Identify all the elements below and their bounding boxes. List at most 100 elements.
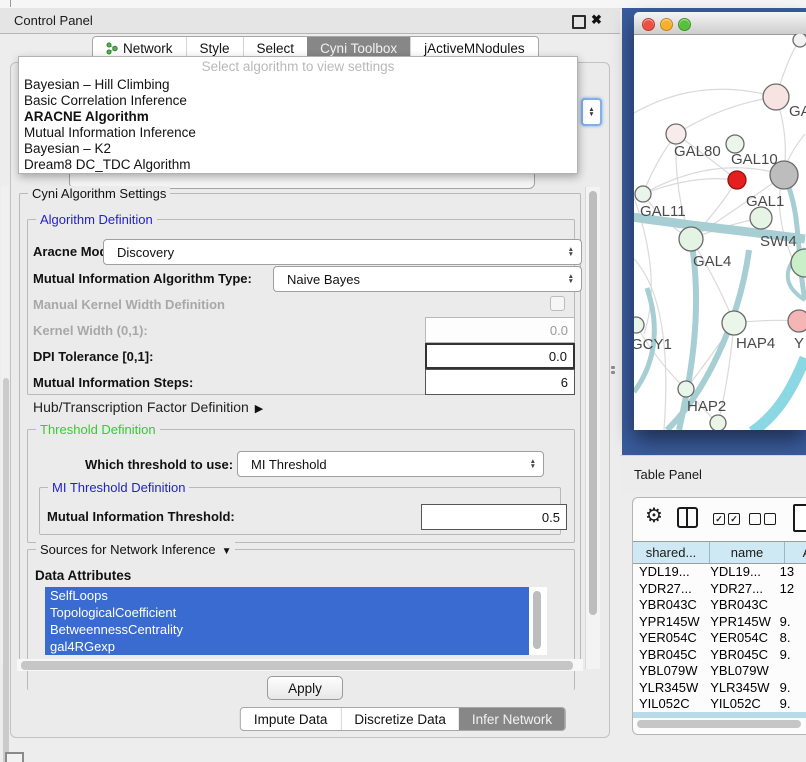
close-icon[interactable]: ✖ <box>591 12 602 28</box>
tab-label: Impute Data <box>254 712 328 727</box>
mi-steps-label: Mutual Information Steps: <box>33 375 193 390</box>
manual-kernel-checkbox[interactable] <box>550 296 565 311</box>
mi-steps-value: 6 <box>561 375 568 390</box>
minimize-traffic-light-icon[interactable] <box>660 18 673 31</box>
tab-impute-data[interactable]: Impute Data <box>241 708 341 730</box>
tab-infer-network[interactable]: Infer Network <box>459 708 565 730</box>
network-node-hap4[interactable] <box>722 311 746 335</box>
table-row[interactable]: YDR27...YDR27...12 <box>633 581 806 598</box>
algorithm-option[interactable]: ARACNE Algorithm <box>19 109 577 125</box>
algorithm-option[interactable]: Bayesian – K2 <box>19 141 577 157</box>
close-traffic-light-icon[interactable] <box>642 18 655 31</box>
table-row[interactable]: YDL19...YDL19...13 <box>633 564 806 581</box>
network-node-y[interactable] <box>788 310 806 332</box>
attr-list-scrollbar-thumb[interactable] <box>533 591 541 649</box>
aracne-mode-select[interactable]: Discovery ▲▼ <box>103 239 582 265</box>
network-node-label: HAP2 <box>687 398 726 415</box>
document-icon[interactable] <box>793 504 806 532</box>
table-row[interactable]: YBR043CYBR043C <box>633 597 806 614</box>
split-columns-icon[interactable] <box>677 507 698 528</box>
algorithm-dropdown-prompt: Select algorithm to view settings <box>19 57 577 77</box>
zoom-traffic-light-icon[interactable] <box>678 18 691 31</box>
table-row[interactable]: YLR345WYLR345W9. <box>633 680 806 697</box>
network-node-swi4[interactable] <box>791 249 806 277</box>
network-node-label: GAL10 <box>731 151 778 168</box>
column-header[interactable]: name <box>710 542 785 563</box>
table-cell <box>774 597 806 614</box>
network-node-label: GAL <box>789 103 806 120</box>
algorithm-option[interactable]: Dream8 DC_TDC Algorithm <box>19 157 577 173</box>
algorithm-option[interactable]: Mutual Information Inference <box>19 125 577 141</box>
attribute-item[interactable]: SelfLoops <box>45 587 529 604</box>
select-columns-icon[interactable]: ✓✓ <box>713 513 740 525</box>
network-node-gal[interactable] <box>763 84 789 110</box>
table-row[interactable]: YPR145WYPR145W9. <box>633 614 806 631</box>
table-cell: 9. <box>774 696 806 713</box>
network-window-titlebar[interactable] <box>634 12 806 35</box>
tab-label: Network <box>123 41 173 56</box>
manual-kernel-label: Manual Kernel Width Definition <box>33 297 225 312</box>
table-row[interactable]: YER054CYER054C8. <box>633 630 806 647</box>
hub-definition-toggle[interactable]: Hub/Transcription Factor Definition▶ <box>33 399 263 415</box>
algorithm-definition-title: Algorithm Definition <box>36 212 157 227</box>
which-threshold-select[interactable]: MI Threshold ▲▼ <box>237 451 544 477</box>
network-node-gal80[interactable] <box>666 124 686 144</box>
hub-definition-label: Hub/Transcription Factor Definition <box>33 399 249 415</box>
column-header[interactable]: A <box>785 542 806 563</box>
table-cell: YER054C <box>704 630 773 647</box>
network-node-label: HAP4 <box>736 335 775 352</box>
settings-vscrollbar-thumb[interactable] <box>589 191 597 615</box>
network-node-gal11[interactable] <box>635 186 651 202</box>
mi-threshold-field[interactable]: 0.5 <box>421 504 567 530</box>
network-node-label: GAL11 <box>640 203 686 220</box>
table-row[interactable]: YBL079WYBL079W <box>633 663 806 680</box>
tab-label: Infer Network <box>472 712 552 727</box>
network-node[interactable] <box>728 171 746 189</box>
algorithm-option[interactable]: Basic Correlation Inference <box>19 93 577 109</box>
network-node-gcy1[interactable] <box>634 317 644 333</box>
table-hscrollbar-thumb[interactable] <box>637 720 801 728</box>
cyni-bottom-tabbar: Impute Data Discretize Data Infer Network <box>240 707 566 731</box>
column-header[interactable]: shared... <box>633 542 710 563</box>
network-node-hap2[interactable] <box>678 381 694 397</box>
expanded-arrow-icon: ▼ <box>222 546 232 557</box>
table-row[interactable]: YBR045CYBR045C9. <box>633 647 806 664</box>
mi-type-select[interactable]: Naive Bayes ▲▼ <box>273 266 582 292</box>
table-cell: YPR145W <box>633 614 704 631</box>
mi-steps-field[interactable]: 6 <box>425 369 575 395</box>
deselect-columns-icon[interactable] <box>749 513 776 525</box>
algorithm-combo-stepper[interactable]: ▲▼ <box>581 98 602 126</box>
settings-hscrollbar-thumb[interactable] <box>21 661 573 670</box>
table-cell: 9. <box>774 647 806 664</box>
network-node-label: GAL1 <box>746 193 784 210</box>
algorithm-option[interactable]: Bayesian – Hill Climbing <box>19 77 577 93</box>
table-cell <box>774 663 806 680</box>
network-node-gal4[interactable] <box>679 227 703 251</box>
network-canvas[interactable]: GALGAL80GAL10GAL11GAL1GAL4SWI4GCY1HAP4YH… <box>634 34 806 430</box>
network-node[interactable] <box>793 34 806 47</box>
attribute-item[interactable]: BetweennessCentrality <box>45 621 529 638</box>
attribute-item[interactable]: gal4RGexp <box>45 638 529 655</box>
panel-left-scrollbar-thumb[interactable] <box>3 378 9 762</box>
dpi-tolerance-field[interactable]: 0.0 <box>425 343 575 369</box>
splitter-grip[interactable] <box>611 366 616 375</box>
tab-label: jActiveMNodules <box>424 41 525 56</box>
minimized-panel-icon[interactable] <box>5 752 24 762</box>
tab-discretize-data[interactable]: Discretize Data <box>340 708 459 730</box>
table-row[interactable]: YIL052CYIL052C9. <box>633 696 806 713</box>
network-node-gal1[interactable] <box>750 207 772 229</box>
attribute-item[interactable]: TopologicalCoefficient <box>45 604 529 621</box>
table-cell: YBL079W <box>704 663 773 680</box>
data-attributes-list[interactable]: SelfLoopsTopologicalCoefficientBetweenne… <box>45 587 529 655</box>
mi-threshold-definition-title: MI Threshold Definition <box>48 480 189 495</box>
network-view-window[interactable]: GALGAL80GAL10GAL11GAL1GAL4SWI4GCY1HAP4YH… <box>634 12 806 430</box>
threshold-definition-title: Threshold Definition <box>36 422 160 437</box>
table-cell: 9. <box>774 614 806 631</box>
float-window-icon[interactable] <box>572 15 586 29</box>
apply-button[interactable]: Apply <box>267 676 343 700</box>
table-cell: YIL052C <box>633 696 704 713</box>
network-node[interactable] <box>710 415 726 430</box>
table-cell: YBR043C <box>704 597 773 614</box>
gear-icon[interactable]: ⚙ <box>645 503 663 528</box>
attr-list-scrollbar-track <box>529 587 547 655</box>
